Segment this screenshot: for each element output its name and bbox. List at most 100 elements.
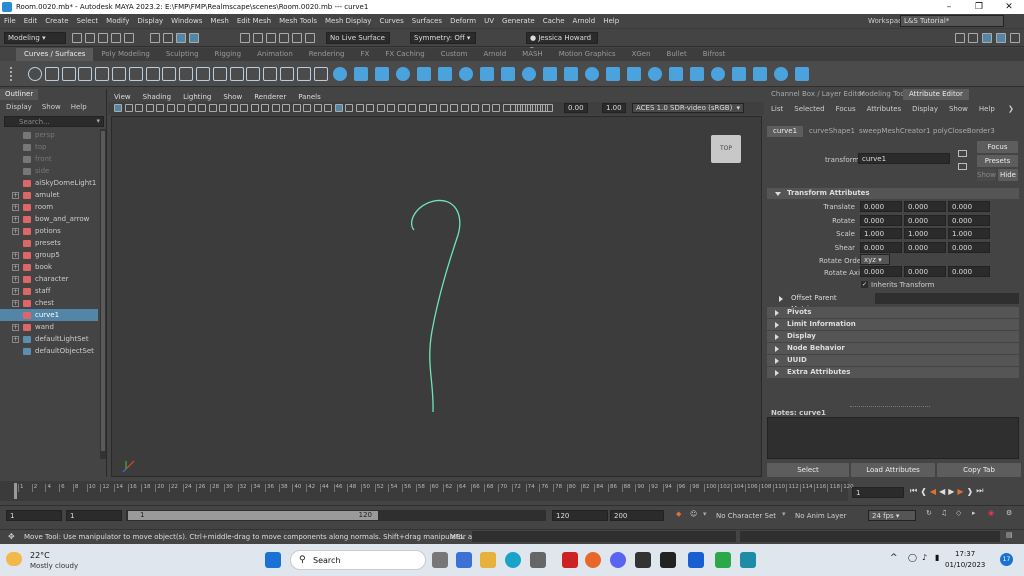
viewport-tool-icon[interactable] [545,104,553,112]
current-frame-field[interactable]: 1 [852,487,904,498]
maximize-button[interactable]: ❐ [964,0,994,14]
rotate-x-field[interactable]: 0.000 [860,214,902,226]
menu-curves[interactable]: Curves [375,14,407,29]
shelf-tab-rendering[interactable]: Rendering [301,48,353,61]
redo-icon[interactable] [124,33,134,43]
viewport-tool-icon[interactable] [376,104,385,112]
discord-icon[interactable] [610,552,626,568]
viewport-tool-icon[interactable] [229,104,238,112]
rotate-axis-z-field[interactable]: 0.000 [948,266,990,277]
expand-icon[interactable]: + [12,227,19,235]
section-display[interactable]: Display [767,331,1019,342]
rotate-axis-y-field[interactable]: 0.000 [904,266,946,277]
square-icon[interactable] [44,67,59,81]
outliner-item[interactable]: + defaultLightSet [0,333,98,345]
expand-icon[interactable]: + [12,203,19,211]
fps-dropdown[interactable]: 24 fps ▾ [868,510,916,521]
curve-tool-icon[interactable] [280,67,294,81]
surface-tool-icon[interactable] [795,67,809,81]
shelf-settings-icon[interactable] [10,67,16,81]
play-forwards-icon[interactable]: ▶ [948,487,954,496]
expand-icon[interactable]: + [12,287,19,295]
command-language-label[interactable]: MEL [450,533,464,541]
modeling-toolkit-icon[interactable] [955,33,965,43]
view-cube[interactable]: TOP [711,135,741,163]
expand-icon[interactable]: + [12,215,19,223]
menu-mesh[interactable]: Mesh [206,14,232,29]
shelf-tab-sculpting[interactable]: Sculpting [158,48,207,61]
playback-speed-icon[interactable]: ▸ [972,509,976,517]
viewport-tool-icon[interactable] [145,104,154,112]
expand-icon[interactable]: + [12,275,19,283]
transform-attributes-section[interactable]: Transform Attributes [767,188,1019,199]
start-icon[interactable] [265,552,281,568]
viewport-3d[interactable] [111,116,762,477]
curve-tool-icon[interactable] [313,67,328,81]
outliner-item[interactable]: persp [0,129,98,141]
viewport-tool-icon[interactable] [471,104,479,112]
hide-button[interactable]: Hide [998,169,1018,181]
outliner-scrollbar[interactable] [100,129,106,459]
tray-overflow-icon[interactable]: ^ [890,553,898,563]
section-extra-attributes[interactable]: Extra Attributes [767,367,1019,378]
steam-icon[interactable] [660,552,676,568]
viewport-tool-icon[interactable] [481,104,490,112]
section-pivots[interactable]: Pivots [767,307,1019,318]
menu-uv[interactable]: UV [480,14,498,29]
viewport-tool-icon[interactable] [282,104,290,112]
file-explorer-icon[interactable] [480,552,496,568]
save-scene-icon[interactable] [98,33,108,43]
step-back-key-icon[interactable]: ❰ [920,487,927,496]
shelf-tab-animation[interactable]: Animation [249,48,301,61]
store-icon[interactable] [530,552,546,568]
taskbar-time[interactable]: 17:37 [955,550,975,558]
tool-settings-toggle-icon[interactable] [996,33,1006,43]
outliner-menu-show[interactable]: Show [42,103,61,111]
viewport-tool-icon[interactable] [208,104,217,112]
anim-layer-menu-icon[interactable]: ▾ [782,510,786,518]
auto-key-icon[interactable]: ◆ [676,510,681,518]
menu-cache[interactable]: Cache [539,14,569,29]
viewport-tool-icon[interactable] [250,104,259,112]
scene-end-field[interactable]: 200 [610,510,664,521]
surface-tool-icon[interactable] [690,67,704,81]
offset-parent-matrix-section[interactable]: Offset Parent Matrix [771,293,851,313]
planar-icon[interactable] [501,67,515,81]
viewport-tool-icon[interactable] [408,104,416,112]
snap-surface-icon[interactable] [279,33,289,43]
firefox-icon[interactable] [585,552,601,568]
preferences-icon[interactable]: ⚙ [1006,509,1012,517]
shelf-tab-motion-graphics[interactable]: Motion Graphics [551,48,624,61]
outliner-item[interactable]: presets [0,237,98,249]
ae-menu-list[interactable]: List [771,105,783,113]
shelf-tab-fx-caching[interactable]: FX Caching [377,48,432,61]
color-space-dropdown[interactable]: ACES 1.0 SDR-video (sRGB) ▾ [632,103,744,113]
edge-icon[interactable] [505,552,521,568]
script-editor-icon[interactable]: ▤ [1006,531,1013,539]
shelf-tab-xgen[interactable]: XGen [624,48,659,61]
viewport-tool-icon[interactable] [261,104,269,112]
menu-surfaces[interactable]: Surfaces [408,14,446,29]
nurbs-sphere-icon[interactable] [333,67,347,81]
character-set-label[interactable]: No Character Set [716,512,776,520]
go-to-start-icon[interactable]: ⏮ [910,486,917,496]
curve-tool-icon[interactable] [212,67,227,81]
nurbs-cylinder-icon[interactable] [375,67,389,81]
transform-name-field[interactable]: curve1 [858,153,950,164]
user-account-dropdown[interactable]: ● Jessica Howard ▾ [526,32,598,53]
surface-tool-icon[interactable] [585,67,599,81]
battery-icon[interactable]: ▮ [935,553,939,562]
viewport-menu-shading[interactable]: Shading [137,92,177,102]
outliner-item[interactable]: + room [0,201,98,213]
show-node-icon[interactable] [958,163,967,170]
close-button[interactable]: ✕ [994,0,1024,14]
node-tab-sweepmeshcreator1[interactable]: sweepMeshCreator1 [853,126,936,137]
shelf-tab-rigging[interactable]: Rigging [207,48,250,61]
outliner-item[interactable]: + chest [0,297,98,309]
menu-set-dropdown[interactable]: Modeling ▾ [4,32,66,44]
open-scene-icon[interactable] [85,33,95,43]
taskbar-date[interactable]: 01/10/2023 [945,561,985,569]
viewport-tool-icon[interactable] [198,104,206,112]
nurbs-cone-icon[interactable] [396,67,410,81]
expand-icon[interactable]: + [12,191,19,199]
